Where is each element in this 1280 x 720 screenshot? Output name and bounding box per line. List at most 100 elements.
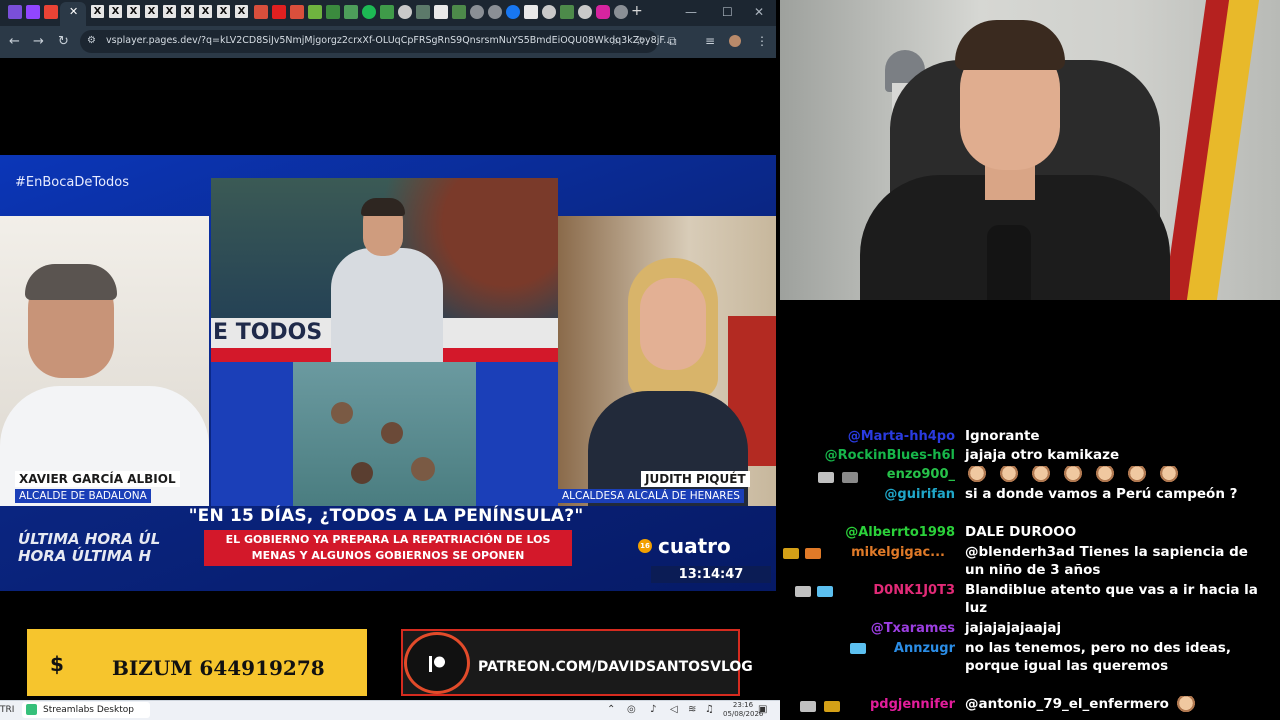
- extensions-icon[interactable]: ⧉: [668, 34, 677, 49]
- emote-icon: [1061, 466, 1085, 482]
- chat-username[interactable]: @Marta-hh4po: [848, 429, 955, 444]
- microphone-icon[interactable]: ♪: [650, 704, 656, 715]
- new-tab-button[interactable]: +: [631, 3, 643, 19]
- ticker-ultima-hora-bottom: HORA ÚLTIMA H: [18, 547, 152, 565]
- taskbar-date: 05/08/2026: [723, 710, 764, 718]
- speaker-icon[interactable]: ◁: [670, 704, 678, 715]
- badge-icon: [805, 548, 821, 559]
- badge-icon: [842, 472, 858, 483]
- site-info-icon[interactable]: ⚙: [87, 35, 96, 46]
- guest-left-name: XAVIER GARCÍA ALBIOL: [15, 471, 180, 487]
- chat-message: no las tenemos, pero no des ideas, porqu…: [965, 640, 1231, 674]
- close-icon[interactable]: ✕: [69, 5, 78, 18]
- back-arrow-icon[interactable]: ←: [9, 34, 20, 49]
- zoom-icon[interactable]: ⌕: [612, 34, 619, 49]
- tab-favicon-youtube[interactable]: [272, 5, 286, 19]
- chat-username[interactable]: Annzugr: [894, 641, 955, 656]
- media-control-icon[interactable]: ≡: [705, 34, 715, 48]
- tab-favicon-x[interactable]: X: [127, 5, 140, 18]
- tab-favicon[interactable]: [308, 5, 322, 19]
- chat-message: Ignorante: [965, 428, 1040, 444]
- badge-icon: [850, 643, 866, 654]
- tab-favicon-google[interactable]: [542, 5, 556, 19]
- chat-username[interactable]: @Alberrto1998: [845, 525, 955, 540]
- chat-message: si a donde vamos a Perú campeón ?: [965, 486, 1238, 502]
- tab-favicon-google[interactable]: [578, 5, 592, 19]
- studio-feed: E TODOS BOCA: [211, 178, 558, 362]
- close-window-button[interactable]: ✕: [754, 5, 764, 19]
- age-rating-badge: 16: [638, 539, 652, 553]
- tab-favicon[interactable]: [254, 5, 268, 19]
- emote-icon: [997, 466, 1021, 482]
- tab-favicon[interactable]: [560, 5, 574, 19]
- tab-favicon-facebook[interactable]: [506, 5, 520, 19]
- guest-right-role: ALCALDESA ALCALÁ DE HENARES: [558, 489, 744, 503]
- forward-arrow-icon[interactable]: →: [33, 34, 44, 49]
- tab-favicon-spotify[interactable]: [362, 5, 376, 19]
- tab-favicon-x[interactable]: X: [235, 5, 248, 18]
- notification-icon[interactable]: ▣: [758, 704, 767, 715]
- tab-favicon[interactable]: [524, 5, 538, 19]
- emote-icon: [1029, 466, 1053, 482]
- bookmark-star-icon[interactable]: ☆: [635, 34, 646, 48]
- tab-favicon[interactable]: [326, 5, 340, 19]
- tab-favicon-x[interactable]: X: [163, 5, 176, 18]
- tray-chevron-icon[interactable]: ⌃: [607, 704, 615, 715]
- tab-favicon[interactable]: [380, 5, 394, 19]
- url-text[interactable]: vsplayer.pages.dev/?q=kLV2CD8SiJv5NmjMjg…: [106, 35, 672, 46]
- tab-favicon[interactable]: [290, 5, 304, 19]
- tab-favicon-x[interactable]: X: [199, 5, 212, 18]
- chat-username[interactable]: mikelgigac...: [851, 545, 945, 560]
- emote-icon: [1157, 466, 1181, 482]
- chat-username[interactable]: enzo900_: [887, 467, 955, 482]
- profile-avatar[interactable]: [729, 35, 741, 47]
- tab-favicon-google[interactable]: [398, 5, 412, 19]
- badge-icon: [783, 548, 799, 559]
- emote-icon: [965, 466, 989, 482]
- tab-favicon-gmail[interactable]: [44, 5, 58, 19]
- tab-favicon[interactable]: [488, 5, 502, 19]
- badge-icon: [817, 586, 833, 597]
- emote-icon: [1125, 466, 1149, 482]
- tab-favicon-twitch[interactable]: [8, 5, 22, 19]
- tab-favicon[interactable]: [470, 5, 484, 19]
- tab-favicon-x[interactable]: X: [109, 5, 122, 18]
- maximize-button[interactable]: ☐: [722, 5, 733, 19]
- chat-message-row-9: @antonio_79_el_enfermero: [965, 695, 1270, 713]
- network-icon[interactable]: ◎: [627, 704, 636, 715]
- patreon-text: PATREON.COM/DAVIDSANTOSVLOG: [478, 659, 753, 675]
- chat-message: Blandiblue atento que vas a ir hacia la …: [965, 582, 1258, 616]
- tab-favicon-x[interactable]: X: [181, 5, 194, 18]
- tab-favicon[interactable]: [452, 5, 466, 19]
- taskbar-time: 23:16: [732, 701, 754, 709]
- chat-message: jajajajajaajaj: [965, 620, 1062, 636]
- minimize-button[interactable]: —: [685, 5, 697, 19]
- chat-username[interactable]: @Txarames: [871, 621, 955, 636]
- taskbar-clock[interactable]: 23:16 05/08/2026: [723, 701, 763, 719]
- patreon-icon: [429, 656, 445, 672]
- guest-left-role: ALCALDE DE BADALONA: [15, 489, 151, 503]
- chat-username[interactable]: @guirifan: [884, 487, 955, 502]
- sound-icon[interactable]: ♫: [705, 704, 714, 715]
- emote-icon: [1173, 696, 1198, 712]
- tab-favicon-x[interactable]: X: [91, 5, 104, 18]
- tab-favicon-twitch-2[interactable]: [26, 5, 40, 19]
- menu-kebab-icon[interactable]: ⋮: [756, 34, 768, 48]
- tab-favicon-x[interactable]: X: [217, 5, 230, 18]
- reload-icon[interactable]: ↻: [58, 34, 69, 49]
- badge-icon: [824, 701, 840, 712]
- tab-favicon[interactable]: [434, 5, 448, 19]
- wifi-icon[interactable]: ≋: [688, 704, 696, 715]
- tab-favicon[interactable]: [614, 5, 628, 19]
- chat-username[interactable]: pdgjennifer: [870, 697, 955, 712]
- badge-icon: [795, 586, 811, 597]
- tab-favicon-instagram[interactable]: [596, 5, 610, 19]
- tab-favicon[interactable]: [344, 5, 358, 19]
- tab-favicon-x[interactable]: X: [145, 5, 158, 18]
- migrants-footage: [211, 362, 558, 506]
- chat-username[interactable]: D0NK1J0T3: [873, 583, 955, 598]
- headline: "EN 15 DÍAS, ¿TODOS A LA PENÍNSULA?": [188, 506, 584, 526]
- tab-favicon[interactable]: [416, 5, 430, 19]
- chat-username[interactable]: @RockinBlues-h6l: [825, 448, 955, 463]
- taskbar-app-label: Streamlabs Desktop: [43, 705, 134, 715]
